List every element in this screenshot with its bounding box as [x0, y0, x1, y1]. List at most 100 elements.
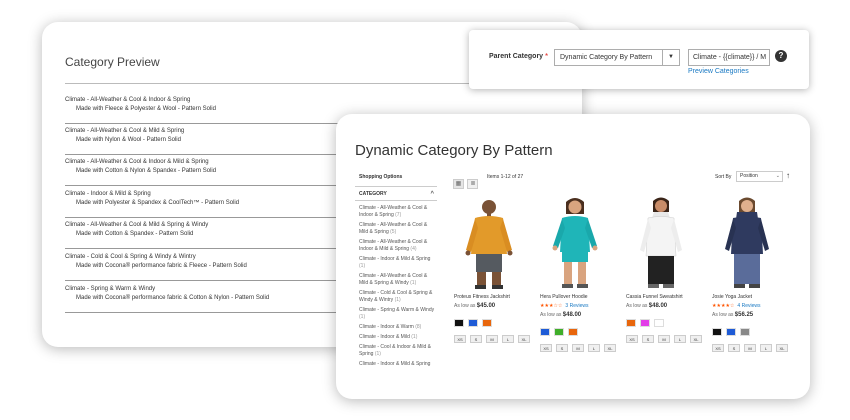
product-name-link[interactable]: Hera Pullover Hoodie — [540, 294, 622, 300]
help-icon[interactable]: ? — [775, 50, 787, 62]
view-mode-switcher: ▦ ≣ — [453, 172, 479, 190]
chevron-up-icon: ^ — [430, 191, 434, 197]
size-swatch[interactable]: XS — [540, 344, 552, 352]
color-swatch[interactable] — [740, 328, 750, 336]
grid-view-icon[interactable]: ▦ — [453, 179, 464, 189]
color-swatches — [454, 314, 536, 327]
size-swatch[interactable]: L — [760, 344, 772, 352]
product-item: Cassia Funnel Sweatshirt As low as $48.0… — [626, 194, 708, 347]
parent-category-panel: Parent Category * Dynamic Category By Pa… — [469, 30, 809, 89]
parent-category-select-value: Dynamic Category By Pattern — [560, 54, 653, 61]
product-item: Hera Pullover Hoodie ★★★☆☆ 3 Reviews As l… — [540, 194, 622, 356]
storefront-panel: Dynamic Category By Pattern Shopping Opt… — [336, 114, 810, 399]
category-pattern-input[interactable]: Climate - {{climate}} / M — [688, 49, 770, 66]
color-swatch[interactable] — [726, 328, 736, 336]
product-price: As low as $45.00 — [454, 303, 496, 309]
category-filter-link[interactable]: Climate - Indoor & Mild & Spring — [359, 361, 437, 368]
size-swatch[interactable]: L — [588, 344, 600, 352]
rating-stars-icon: ★★★★☆ — [712, 303, 735, 309]
stage: Category Preview Climate - All-Weather &… — [0, 0, 850, 420]
preview-item-climate: Climate - All-Weather & Cool & Indoor & … — [65, 97, 191, 103]
page-title: Dynamic Category By Pattern — [355, 142, 553, 159]
size-swatch[interactable]: XL — [518, 335, 530, 343]
sort-by-value: Position — [740, 173, 758, 179]
list-view-icon[interactable]: ≣ — [467, 179, 479, 189]
size-swatch[interactable]: XL — [776, 344, 788, 352]
sort-by-select[interactable]: Position ⌄ — [736, 171, 783, 182]
product-name-link[interactable]: Josie Yoga Jacket — [712, 294, 794, 300]
product-name-link[interactable]: Proteus Fitness Jackshirt — [454, 294, 536, 300]
size-swatch[interactable]: L — [502, 335, 514, 343]
size-swatch[interactable]: S — [642, 335, 654, 343]
color-swatch[interactable] — [482, 319, 492, 327]
product-image[interactable] — [712, 194, 782, 290]
shopping-options-title: Shopping Options — [359, 174, 403, 180]
category-filter-link[interactable]: Climate - All-Weather & Cool & Mild & Sp… — [359, 273, 437, 287]
category-filter-toggle[interactable]: CATEGORY ^ — [355, 186, 437, 201]
product-rating: ★★★★☆ 4 Reviews — [712, 303, 794, 309]
product-item: Proteus Fitness Jackshirt As low as $45.… — [454, 194, 536, 347]
size-swatch[interactable]: XS — [626, 335, 638, 343]
category-filter-link[interactable]: Climate - Indoor & Mild & Spring (1) — [359, 256, 437, 270]
product-image[interactable] — [540, 194, 610, 290]
size-swatch[interactable]: XS — [454, 335, 466, 343]
sort-direction-arrow-icon[interactable]: ↑ — [786, 171, 790, 180]
color-swatch[interactable] — [554, 328, 564, 336]
color-swatches — [540, 323, 622, 336]
color-swatch[interactable] — [654, 319, 664, 327]
parent-category-select[interactable]: Dynamic Category By Pattern ▼ — [554, 49, 680, 66]
size-swatch[interactable]: M — [486, 335, 498, 343]
category-filter-list: Climate - All-Weather & Cool & Indoor & … — [359, 205, 437, 371]
product-price: As low as $48.00 — [626, 303, 668, 309]
size-swatches: XS S M L XL — [626, 328, 710, 347]
category-preview-title: Category Preview — [65, 55, 160, 69]
color-swatch[interactable] — [454, 319, 464, 327]
size-swatches: XS S M L XL — [540, 337, 624, 356]
preview-item-material: Made with Fleece & Polyester & Wool - Pa… — [76, 106, 216, 112]
rating-stars-icon: ★★★☆☆ — [540, 303, 563, 309]
product-name-link[interactable]: Cassia Funnel Sweatshirt — [626, 294, 708, 300]
size-swatch[interactable]: XS — [712, 344, 724, 352]
preview-categories-link[interactable]: Preview Categories — [688, 68, 749, 75]
color-swatches — [626, 314, 708, 327]
product-item: Josie Yoga Jacket ★★★★☆ 4 Reviews As low … — [712, 194, 794, 356]
product-image[interactable] — [454, 194, 524, 290]
size-swatch[interactable]: S — [470, 335, 482, 343]
category-filter-link[interactable]: Climate - Cold & Cool & Spring & Windy &… — [359, 290, 437, 304]
category-filter-link[interactable]: Climate - Spring & Warm & Windy (1) — [359, 307, 437, 321]
size-swatch[interactable]: S — [728, 344, 740, 352]
color-swatch[interactable] — [540, 328, 550, 336]
product-rating: ★★★☆☆ 3 Reviews — [540, 303, 622, 309]
size-swatch[interactable]: XL — [690, 335, 702, 343]
product-price: As low as $56.25 — [712, 312, 754, 318]
size-swatch[interactable]: S — [556, 344, 568, 352]
reviews-link[interactable]: 3 Reviews — [565, 303, 588, 309]
color-swatch[interactable] — [626, 319, 636, 327]
color-swatch[interactable] — [468, 319, 478, 327]
chevron-down-icon: ⌄ — [775, 173, 780, 179]
size-swatch[interactable]: L — [674, 335, 686, 343]
chevron-down-icon[interactable]: ▼ — [662, 50, 679, 65]
size-swatch[interactable]: M — [744, 344, 756, 352]
required-marker: * — [545, 52, 549, 61]
product-price: As low as $48.00 — [540, 312, 582, 318]
category-filter-link[interactable]: Climate - All-Weather & Cool & Indoor & … — [359, 205, 437, 219]
color-swatch[interactable] — [712, 328, 722, 336]
size-swatch[interactable]: XL — [604, 344, 616, 352]
reviews-link[interactable]: 4 Reviews — [737, 303, 760, 309]
items-count: Items 1-12 of 27 — [487, 174, 524, 180]
category-filter-link[interactable]: Climate - Indoor & Warm (8) — [359, 324, 437, 331]
size-swatches: XS S M L XL — [454, 328, 538, 347]
parent-category-label: Parent Category — [489, 53, 544, 60]
category-filter-link[interactable]: Climate - Indoor & Mild (1) — [359, 334, 437, 341]
size-swatch[interactable]: M — [658, 335, 670, 343]
category-filter-link[interactable]: Climate - Cool & Indoor & Mild & Spring … — [359, 344, 437, 358]
category-filter-link[interactable]: Climate - All-Weather & Cool & Indoor & … — [359, 239, 437, 253]
product-image[interactable] — [626, 194, 696, 290]
category-filter-link[interactable]: Climate - All-Weather & Cool & Mild & Sp… — [359, 222, 437, 236]
color-swatch[interactable] — [640, 319, 650, 327]
color-swatches — [712, 323, 794, 336]
size-swatches: XS S M L XL — [712, 337, 796, 356]
color-swatch[interactable] — [568, 328, 578, 336]
size-swatch[interactable]: M — [572, 344, 584, 352]
